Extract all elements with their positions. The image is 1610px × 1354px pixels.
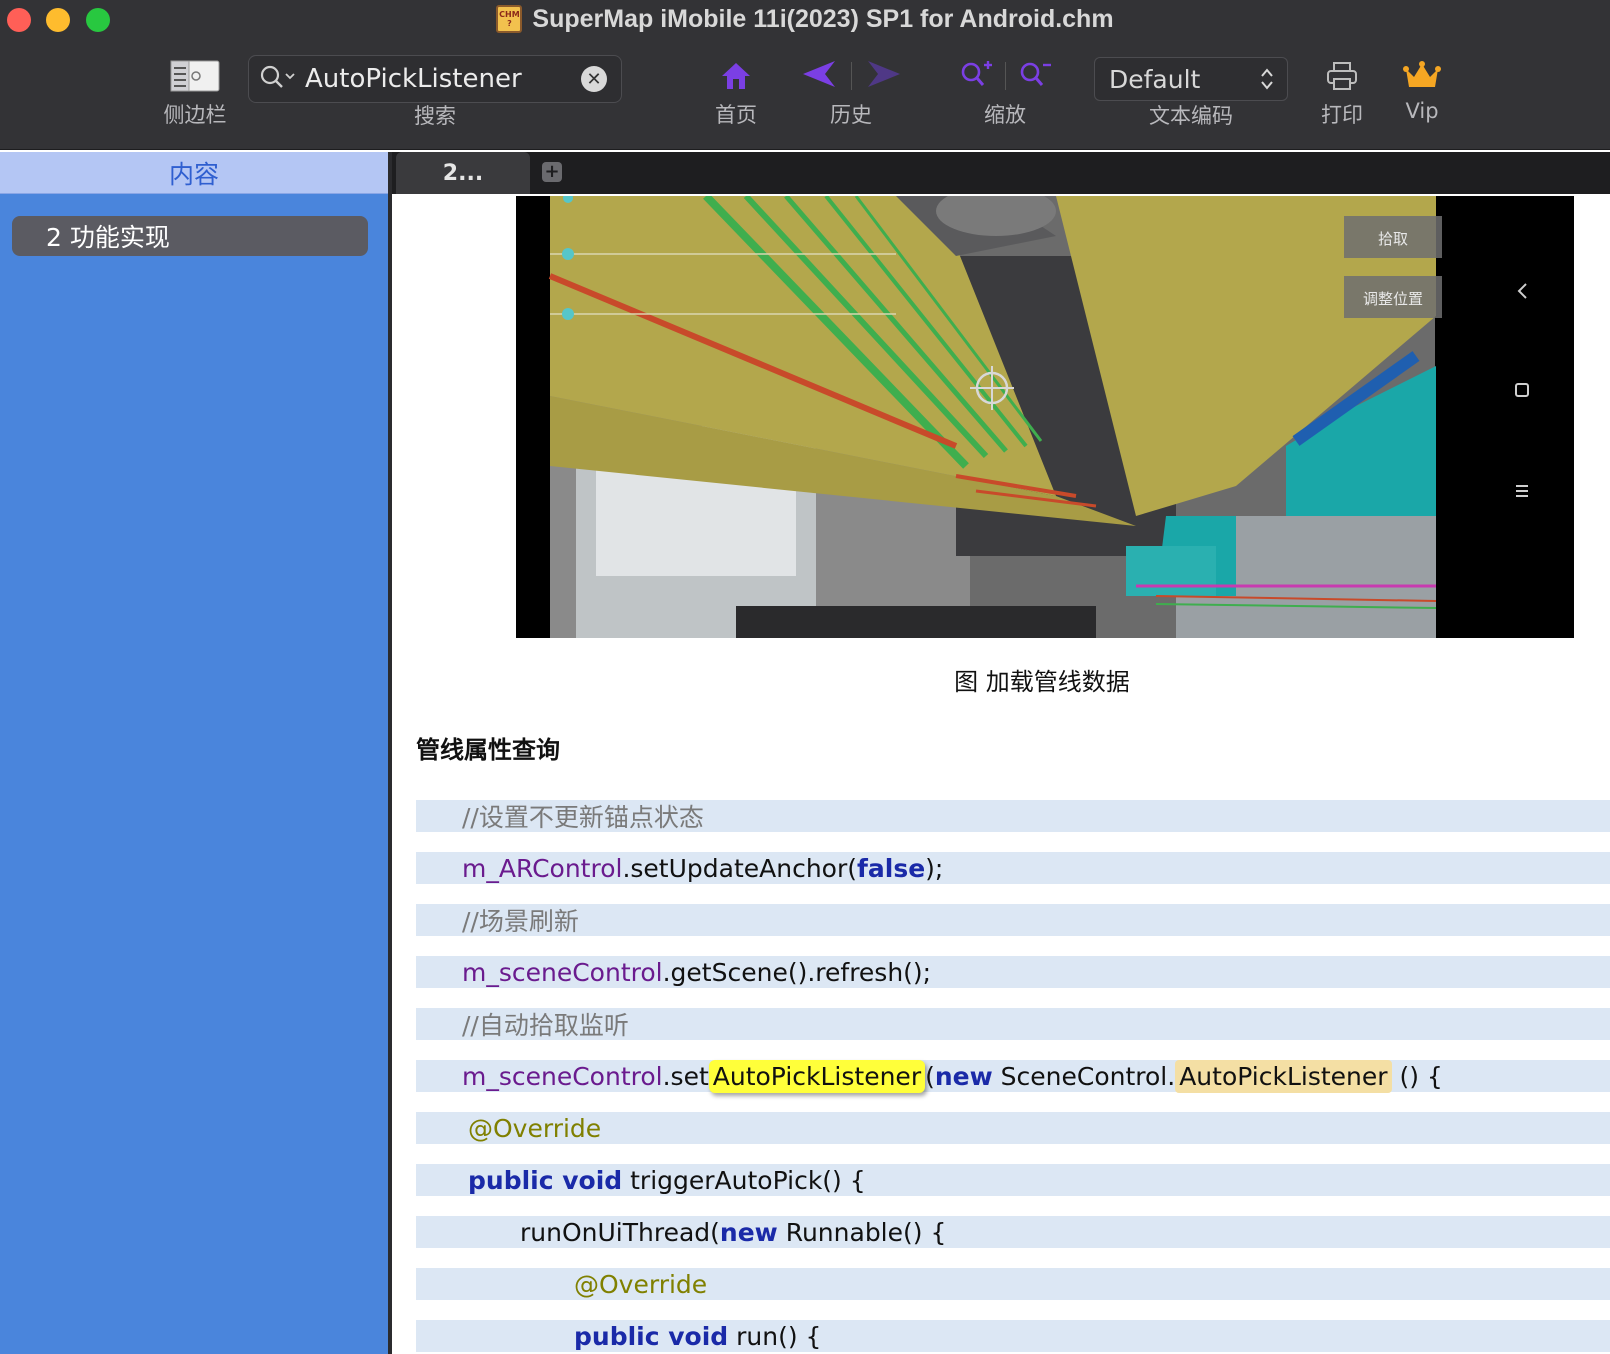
code-line: public void run() {: [416, 1320, 1610, 1352]
code-line: m_sceneControl .getScene().refresh();: [416, 956, 1610, 988]
encoding-select[interactable]: Default: [1094, 57, 1288, 101]
code-comment: //场景刷新: [462, 907, 579, 936]
code-text: triggerAutoPick() {: [622, 1165, 866, 1195]
code-line: m_sceneControl .set AutoPickListener(new S…: [416, 1059, 1610, 1093]
code-comment: //自动拾取监听: [462, 1011, 629, 1040]
section-heading: 管线属性查询: [416, 736, 560, 764]
search-label: 搜索: [414, 104, 456, 128]
chm-app-icon: CHM ?: [496, 5, 523, 33]
window-title: SuperMap iMobile 11i(2023) SP1 for Andro…: [532, 4, 1114, 33]
code-line: @Override: [416, 1268, 1610, 1300]
code-keyword: new: [719, 1217, 778, 1247]
sidebar-toggle-button[interactable]: 侧边栏: [160, 55, 230, 129]
code-keyword: public void: [468, 1165, 623, 1195]
code-text: );: [925, 853, 944, 883]
app-window: CHM ? SuperMap iMobile 11i(2023) SP1 for…: [0, 0, 1610, 1354]
zoom-group: 缩放: [950, 55, 1060, 129]
code-text: .getScene().refresh();: [662, 957, 932, 987]
home-icon: [720, 55, 752, 97]
search-input[interactable]: [305, 64, 575, 94]
home-button[interactable]: 首页: [706, 55, 766, 129]
code-field: m_sceneControl: [462, 1061, 663, 1091]
code-text: run() {: [728, 1321, 822, 1351]
code-field: m_sceneControl: [462, 957, 663, 987]
home-label: 首页: [715, 103, 757, 127]
code-text: runOnUiThread(: [520, 1217, 720, 1247]
sidebar-icon: [170, 55, 220, 97]
search-field-container: ✕: [248, 55, 622, 103]
code-keyword: new: [934, 1061, 993, 1091]
zoom-divider: [1004, 62, 1006, 90]
search-highlight-match: AutoPickListener: [1175, 1059, 1392, 1093]
zoom-label: 缩放: [984, 103, 1026, 127]
adjust-position-button-label: 调整位置: [1363, 290, 1423, 308]
printer-icon: [1326, 55, 1358, 97]
ar-pipeline-screenshot: 拾取 调整位置: [516, 196, 1574, 638]
vip-button[interactable]: Vip: [1396, 55, 1448, 123]
crown-icon: [1403, 55, 1441, 97]
code-line: @Override: [416, 1112, 1610, 1144]
sidebar-item-function[interactable]: 2 功能实现: [12, 216, 368, 256]
code-keyword: false: [857, 853, 926, 883]
sidebar-tab-contents[interactable]: 内容: [0, 152, 388, 194]
encoding-value: Default: [1109, 64, 1201, 94]
code-text: SceneControl.: [992, 1061, 1176, 1091]
code-line: //设置不更新锚点状态: [416, 800, 1610, 832]
code-comment: //设置不更新锚点状态: [462, 803, 704, 832]
zoom-buttons: [959, 55, 1052, 97]
forward-arrow-icon[interactable]: [866, 59, 902, 93]
history-label: 历史: [830, 103, 872, 127]
clear-icon[interactable]: ✕: [581, 66, 607, 92]
back-arrow-icon[interactable]: [801, 59, 837, 93]
code-annotation: @Override: [574, 1269, 708, 1299]
code-line: //自动拾取监听: [416, 1008, 1610, 1040]
code-line: runOnUiThread(new Runnable() {: [416, 1216, 1610, 1248]
history-group: 历史: [796, 55, 906, 129]
sidebar: 内容 2 功能实现: [0, 152, 388, 1354]
sidebar-label: 侧边栏: [163, 103, 227, 127]
code-keyword: public void: [574, 1321, 729, 1351]
updown-chevron-icon: [1259, 66, 1275, 92]
code-text: .set: [662, 1061, 709, 1091]
tab-bar: 2... +: [392, 152, 1610, 194]
vip-label: Vip: [1405, 99, 1439, 123]
code-line: m_ARControl .setUpdateAnchor(false);: [416, 852, 1610, 884]
print-button[interactable]: 打印: [1312, 55, 1372, 129]
code-line: //场景刷新: [416, 904, 1610, 936]
print-label: 打印: [1321, 103, 1363, 127]
code-line: public void triggerAutoPick() {: [416, 1164, 1610, 1196]
add-tab-icon[interactable]: +: [542, 162, 562, 182]
title-bar: CHM ? SuperMap iMobile 11i(2023) SP1 for…: [0, 0, 1610, 38]
figure-caption: 图 加载管线数据: [954, 668, 1130, 696]
ar-scene-illustration: 拾取 调整位置: [516, 196, 1574, 638]
history-arrows: [801, 55, 902, 97]
code-text: Runnable() {: [777, 1217, 947, 1247]
code-text: (: [925, 1061, 935, 1091]
encoding-label: 文本编码: [1149, 104, 1233, 128]
code-text: .setUpdateAnchor(: [622, 853, 858, 883]
pick-button-label: 拾取: [1378, 230, 1408, 248]
code-text: () {: [1391, 1061, 1443, 1091]
search-highlight-current: AutoPickListener: [708, 1059, 926, 1093]
document-content: 拾取 调整位置 图 加载管线数据 管线属性查询 //设置不更新锚点状态 m_AR…: [392, 194, 1610, 1354]
zoom-in-icon[interactable]: [959, 59, 993, 93]
code-annotation: @Override: [468, 1113, 602, 1143]
search-icon[interactable]: [259, 63, 297, 95]
code-field: m_ARControl: [462, 853, 623, 883]
window-chrome: CHM ? SuperMap iMobile 11i(2023) SP1 for…: [0, 0, 1610, 150]
tab-document[interactable]: 2...: [396, 152, 530, 194]
zoom-out-icon[interactable]: [1018, 59, 1052, 93]
history-divider: [850, 62, 852, 90]
